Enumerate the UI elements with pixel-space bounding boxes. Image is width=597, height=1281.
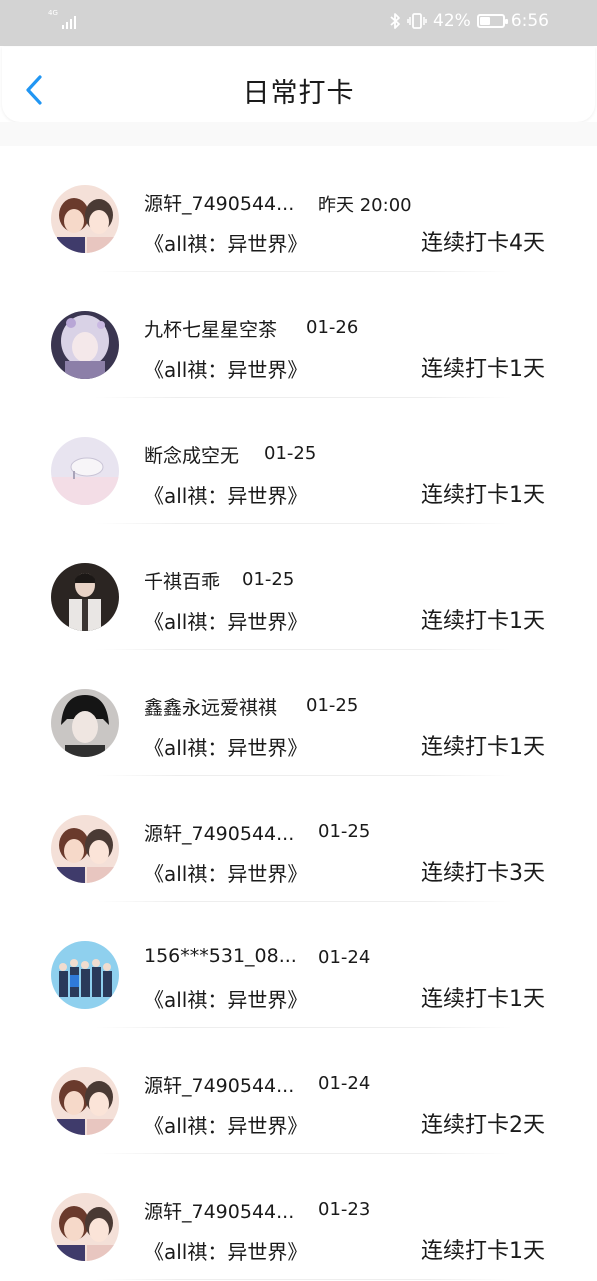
checkin-time: 01-26 [306,317,359,338]
streak-count: 连续打卡1天 [421,483,545,508]
user-name[interactable]: 156***531_08... [144,945,297,967]
user-name[interactable]: 断念成空无 [144,441,239,468]
row-divider [95,901,512,902]
status-right: 42% 6:56 [389,11,549,31]
checkin-time: 01-25 [264,443,317,464]
user-name[interactable]: 鑫鑫永远爱祺祺 [144,693,277,720]
checkin-time: 01-25 [318,821,371,842]
vibrate-icon [407,13,427,29]
avatar[interactable] [51,941,119,1009]
row-divider [95,397,512,398]
streak-count: 连续打卡1天 [421,1239,545,1264]
streak-count: 连续打卡1天 [421,609,545,634]
row-divider [95,649,512,650]
streak-count: 连续打卡2天 [421,1113,545,1138]
book-title[interactable]: 《all祺：异世界》 [144,858,307,887]
streak-count: 连续打卡4天 [421,231,545,256]
checkin-time: 01-23 [318,1199,371,1220]
streak-count: 连续打卡1天 [421,987,545,1012]
row-divider [95,523,512,524]
book-title[interactable]: 《all祺：异世界》 [144,1110,307,1139]
row-divider [95,271,512,272]
avatar[interactable] [51,1067,119,1135]
checkin-row[interactable]: 九杯七星星空茶 01-26 《all祺：异世界》 连续打卡1天 [0,273,597,399]
checkin-row[interactable]: 源轩_7490544... 01-25 《all祺：异世界》 连续打卡3天 [0,777,597,903]
row-divider [95,775,512,776]
checkin-time: 01-24 [318,1073,371,1094]
avatar[interactable] [51,311,119,379]
checkin-row[interactable]: 源轩_7490544... 01-24 《all祺：异世界》 连续打卡2天 [0,1029,597,1155]
book-title[interactable]: 《all祺：异世界》 [144,228,307,257]
book-title[interactable]: 《all祺：异世界》 [144,732,307,761]
network-type: 4G [48,9,58,17]
battery-percent: 42% [433,11,471,31]
avatar[interactable] [51,1193,119,1261]
checkin-time: 01-25 [242,569,295,590]
user-name[interactable]: 源轩_7490544... [144,1197,294,1224]
checkin-row[interactable]: 156***531_08... 01-24 《all祺：异世界》 连续打卡1天 [0,903,597,1029]
checkin-list: 源轩_7490544... 昨天 20:00 《all祺：异世界》 连续打卡4天九杯七… [0,147,597,1281]
checkin-time: 昨天 20:00 [318,195,412,216]
row-divider [95,1153,512,1154]
user-name[interactable]: 源轩_7490544... [144,189,294,216]
avatar[interactable] [51,815,119,883]
signal-icon [62,15,76,29]
checkin-row[interactable]: 源轩_7490544... 昨天 20:00 《all祺：异世界》 连续打卡4天 [0,147,597,273]
row-divider [95,1027,512,1028]
checkin-row[interactable]: 鑫鑫永远爱祺祺 01-25 《all祺：异世界》 连续打卡1天 [0,651,597,777]
header-spacer [0,122,597,146]
avatar[interactable] [51,689,119,757]
streak-count: 连续打卡1天 [421,735,545,760]
streak-count: 连续打卡1天 [421,357,545,382]
page-title: 日常打卡 [242,78,355,109]
avatar[interactable] [51,563,119,631]
book-title[interactable]: 《all祺：异世界》 [144,1236,307,1265]
checkin-time: 01-24 [318,947,371,968]
user-name[interactable]: 源轩_7490544... [144,819,294,846]
book-title[interactable]: 《all祺：异世界》 [144,984,307,1013]
checkin-time: 01-25 [306,695,359,716]
user-name[interactable]: 九杯七星星空茶 [144,315,277,342]
battery-icon [476,14,508,28]
avatar[interactable] [51,185,119,253]
status-bar: 4G 42% 6:56 [0,0,597,46]
checkin-row[interactable]: 千祺百乖 01-25 《all祺：异世界》 连续打卡1天 [0,525,597,651]
book-title[interactable]: 《all祺：异世界》 [144,354,307,383]
user-name[interactable]: 千祺百乖 [144,567,220,594]
clock: 6:56 [510,11,549,31]
header: 日常打卡 [2,47,595,122]
book-title[interactable]: 《all祺：异世界》 [144,480,307,509]
user-name[interactable]: 源轩_7490544... [144,1071,294,1098]
book-title[interactable]: 《all祺：异世界》 [144,606,307,635]
avatar[interactable] [51,437,119,505]
bluetooth-icon [390,13,400,29]
checkin-row[interactable]: 源轩_7490544... 01-23 《all祺：异世界》 连续打卡1天 [0,1155,597,1281]
streak-count: 连续打卡3天 [421,861,545,886]
checkin-row[interactable]: 断念成空无 01-25 《all祺：异世界》 连续打卡1天 [0,399,597,525]
